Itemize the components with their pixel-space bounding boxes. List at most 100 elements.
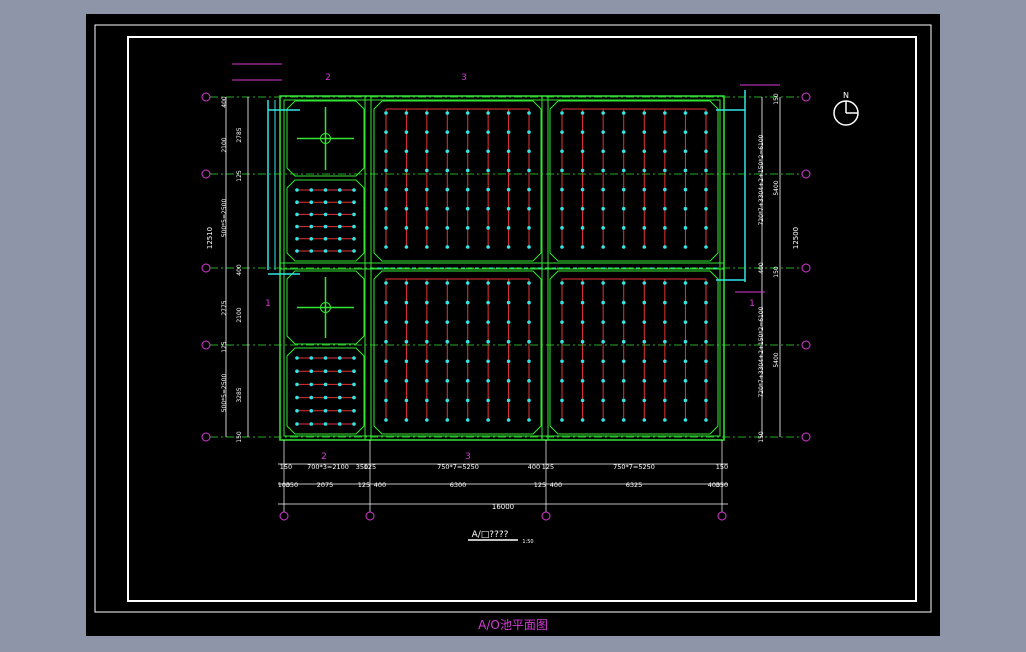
aerator-dot [683, 359, 688, 364]
aerator-dot [425, 130, 429, 134]
aerator-dot [486, 359, 490, 364]
mixer-dot [323, 249, 328, 253]
aerator-dot [704, 398, 708, 403]
dim-text-row2: 6325 [626, 481, 643, 489]
dim-text-row2: 350 [716, 481, 728, 489]
aerator-dot [621, 245, 626, 249]
aerator-dot [506, 130, 511, 134]
dim-right-seg: 150 [773, 266, 780, 278]
anoxic-chamber-4 [286, 347, 365, 435]
mixer-dot [323, 382, 328, 387]
aerator-dot [506, 168, 511, 173]
aerator-dot [704, 320, 708, 324]
dim-text-row1: 750*7=5250 [613, 463, 655, 471]
aerator-dot [601, 111, 605, 115]
dim-text-row2: 350 [286, 481, 298, 489]
aeration-basin-2 [549, 100, 719, 262]
aerator-dot [704, 206, 708, 211]
aerator-dot [560, 379, 564, 383]
aerator-dot [445, 111, 450, 115]
dim-left-seg: 125 [236, 170, 243, 182]
plan-drawing: 150 700*3=2100 350125 750*7=5250 400 125 750*7… [94, 24, 932, 613]
aerator-dot [425, 206, 429, 211]
aerator-dot [404, 398, 409, 403]
aerator-dot [465, 206, 470, 211]
aerator-dot [704, 281, 708, 285]
aerator-dot [580, 245, 585, 249]
aerator-dot [621, 379, 626, 383]
mixer-dot [323, 237, 328, 241]
dim-right-seg: 150 [773, 93, 780, 105]
aerator-dot [404, 226, 409, 230]
aerator-dot [580, 398, 585, 403]
aerator-dot [527, 398, 531, 403]
aerator-dot [527, 379, 531, 383]
aerator-dot [445, 320, 450, 324]
aerator-dot [486, 300, 490, 305]
aerator-dot [404, 111, 409, 115]
aeration-basin-4 [549, 270, 719, 435]
aerator-dot [663, 187, 667, 192]
aerator-dot [642, 320, 647, 324]
aeration-basin-3 [373, 270, 542, 435]
aeration-basin-1 [373, 100, 542, 262]
aerator-dot [527, 226, 531, 230]
outer-frame [94, 24, 932, 613]
mixer-dot [352, 422, 356, 426]
axis-bubble-left [201, 263, 211, 273]
mixer-dot [309, 409, 314, 413]
aerator-dot [445, 206, 450, 211]
mixer-dot [295, 224, 299, 229]
section-mark: 2 [321, 452, 327, 462]
mixer-dot [323, 369, 328, 374]
section-mark: 1 [265, 299, 271, 309]
aerator-dot [445, 149, 450, 154]
aerator-dot [704, 168, 708, 173]
aerator-dot [642, 111, 647, 115]
aerator-dot [445, 300, 450, 305]
aerator-dot [621, 111, 626, 115]
aerator-dot [704, 226, 708, 230]
dim-right-seg: 720*7+3304+2+150*2=6100 [758, 306, 765, 397]
axis-bubble-left [201, 340, 211, 350]
aerator-dot [465, 320, 470, 324]
aerator-dot [704, 418, 708, 422]
aerator-dot [683, 130, 688, 134]
mixer-dot [323, 224, 328, 229]
aerator-dot [560, 245, 564, 249]
aerator-dot [425, 359, 429, 364]
aerator-dot [683, 281, 688, 285]
aerator-dot [404, 379, 409, 383]
aerator-dot [527, 359, 531, 364]
aerator-dot [560, 339, 564, 344]
aerator-dot [384, 187, 388, 192]
aerator-dot [445, 281, 450, 285]
aerator-dot [445, 245, 450, 249]
aerator-dot [621, 187, 626, 192]
mixer-dot [309, 224, 314, 229]
mixer-dot [352, 395, 356, 400]
dim-right-seg: 5400 [773, 180, 780, 195]
dim-left-seg: 3285 [236, 387, 243, 402]
dim-text-row2: 2075 [317, 481, 334, 489]
drawing-caption: A/O池平面图 [478, 618, 548, 632]
inner-frame [127, 36, 917, 602]
aerator-dot [506, 398, 511, 403]
aerator-dot [465, 398, 470, 403]
aerator-dot [580, 149, 585, 154]
aerator-dot [425, 226, 429, 230]
dim-left-total: 12510 [206, 227, 214, 249]
aerator-dot [560, 111, 564, 115]
aerator-dot [580, 111, 585, 115]
aerator-dot [663, 359, 667, 364]
aerator-dot [642, 339, 647, 344]
aerator-dot [404, 206, 409, 211]
mixer-dot [309, 249, 314, 253]
aerator-dot [384, 281, 388, 285]
mixer-dot [337, 212, 342, 217]
dim-right-seg: 400 [758, 262, 765, 274]
dim-total-width: 16000 [492, 503, 514, 511]
aerator-dot [465, 379, 470, 383]
aerator-dot [506, 320, 511, 324]
aerator-dot [527, 187, 531, 192]
